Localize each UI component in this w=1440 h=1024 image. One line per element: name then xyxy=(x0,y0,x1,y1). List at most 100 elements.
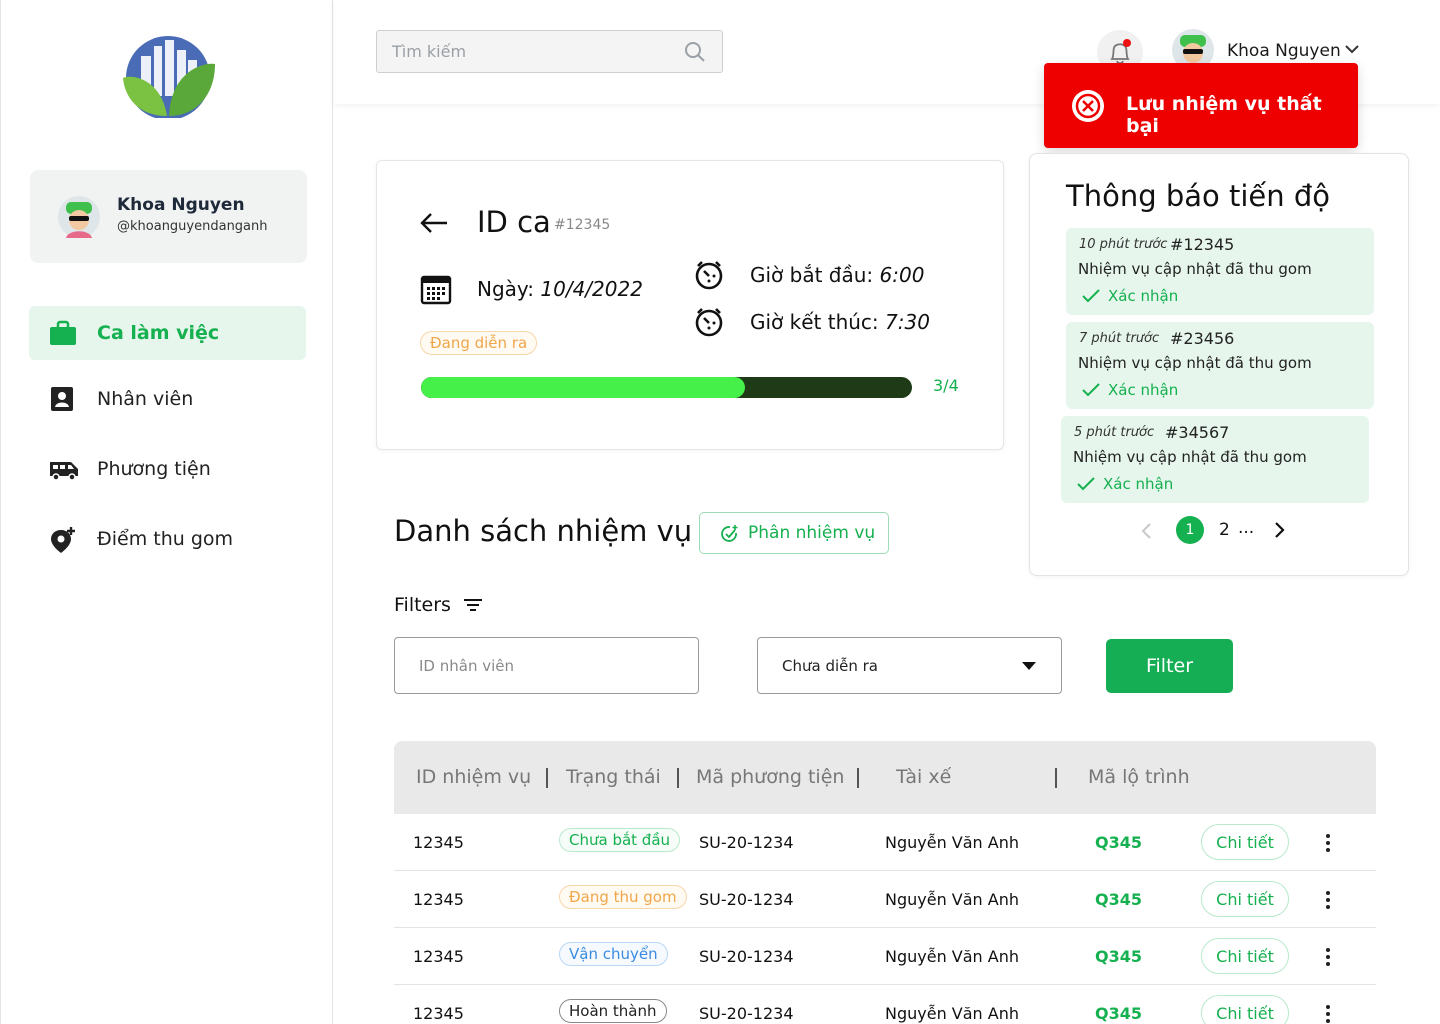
notification-time: 10 phút trước xyxy=(1079,237,1168,252)
search-input[interactable]: Tìm kiếm xyxy=(392,42,466,61)
van-icon xyxy=(50,462,78,481)
page-button[interactable]: 2 xyxy=(1219,520,1230,540)
column-divider xyxy=(546,768,548,788)
shift-id: #12345 xyxy=(554,217,611,233)
sidebar-item-label: Ca làm việc xyxy=(97,322,220,344)
column-header[interactable]: ID nhiệm vụ xyxy=(416,766,531,788)
notification-id: #23456 xyxy=(1170,329,1235,348)
check-icon xyxy=(1077,477,1095,491)
shift-progress-fill xyxy=(421,377,746,398)
table-row[interactable]: 12345 Đang thu gom SU-20-1234 Nguyễn Văn… xyxy=(394,871,1376,928)
status-select[interactable]: Chưa diễn ra xyxy=(757,637,1062,694)
shift-end-time: Giờ kết thúc: 7:30 xyxy=(750,310,930,334)
task-id: 12345 xyxy=(413,890,464,909)
shift-status-badge: Đang diễn ra xyxy=(420,331,538,355)
task-id: 12345 xyxy=(413,947,464,966)
status-badge: Chưa bắt đầu xyxy=(559,828,681,852)
detail-button[interactable]: Chi tiết xyxy=(1201,938,1289,974)
caret-down-icon xyxy=(1022,662,1036,670)
calendar-icon xyxy=(420,275,452,305)
profile-handle: @khoanguyendanganh xyxy=(117,219,268,234)
employee-id-input[interactable]: ID nhân viên xyxy=(394,637,699,694)
driver-name: Nguyễn Văn Anh xyxy=(885,890,1020,909)
contact-card-icon xyxy=(51,387,73,411)
route-code[interactable]: Q345 xyxy=(1095,947,1142,966)
column-header[interactable]: Mã phương tiện xyxy=(696,766,844,788)
notifications-title: Thông báo tiến độ xyxy=(1066,179,1331,213)
driver-name: Nguyễn Văn Anh xyxy=(885,833,1020,852)
search-bar[interactable]: Tìm kiếm xyxy=(376,30,723,73)
task-id: 12345 xyxy=(413,833,464,852)
sidebar-item-employees[interactable]: Nhân viên xyxy=(29,372,306,426)
table-row[interactable]: 12345 Vận chuyển SU-20-1234 Nguyễn Văn A… xyxy=(394,928,1376,985)
shift-date: Ngày: 10/4/2022 xyxy=(477,277,643,301)
notification-item: 10 phút trước #12345 Nhiệm vụ cập nhật đ… xyxy=(1066,228,1374,315)
profile-card[interactable]: Khoa Nguyen @khoanguyendanganh xyxy=(30,170,307,263)
filter-icon[interactable] xyxy=(463,597,483,613)
column-divider xyxy=(857,768,859,788)
calendar-check-icon xyxy=(721,525,738,542)
shift-progress-bar xyxy=(421,377,912,398)
notification-message: Nhiệm vụ cập nhật đã thu gom xyxy=(1078,260,1312,278)
filters-label: Filters xyxy=(394,594,451,616)
more-vertical-icon[interactable] xyxy=(1324,1004,1332,1024)
briefcase-icon xyxy=(50,320,76,345)
driver-name: Nguyễn Văn Anh xyxy=(885,947,1020,966)
driver-name: Nguyễn Văn Anh xyxy=(885,1004,1020,1023)
column-header[interactable]: Mã lộ trình xyxy=(1088,766,1190,788)
detail-button[interactable]: Chi tiết xyxy=(1201,824,1289,860)
filter-button[interactable]: Filter xyxy=(1106,639,1233,693)
notification-message: Nhiệm vụ cập nhật đã thu gom xyxy=(1078,354,1312,372)
status-badge: Hoàn thành xyxy=(559,999,667,1023)
sidebar-item-shifts[interactable]: Ca làm việc xyxy=(29,306,306,360)
chevron-down-icon[interactable] xyxy=(1344,43,1360,55)
vehicle-code: SU-20-1234 xyxy=(699,1004,794,1023)
sidebar-item-collection-points[interactable]: Điểm thu gom xyxy=(29,512,306,566)
detail-button[interactable]: Chi tiết xyxy=(1201,995,1289,1024)
location-add-icon xyxy=(51,527,75,553)
shift-card: ID ca #12345 Ngày: 10/4/2022 Giờ bắt đầu… xyxy=(376,160,1004,450)
notification-time: 5 phút trước xyxy=(1074,425,1155,440)
table-row[interactable]: 12345 Hoàn thành SU-20-1234 Nguyễn Văn A… xyxy=(394,985,1376,1024)
more-vertical-icon[interactable] xyxy=(1324,890,1332,910)
chevron-right-icon[interactable] xyxy=(1272,521,1286,539)
status-badge: Đang thu gom xyxy=(559,885,687,909)
back-arrow-icon[interactable] xyxy=(419,211,449,235)
route-code[interactable]: Q345 xyxy=(1095,890,1142,909)
column-divider xyxy=(1055,768,1057,788)
toast-message: Lưu nhiệm vụ thất bại xyxy=(1126,93,1322,137)
confirm-button[interactable]: Xác nhận xyxy=(1082,287,1178,305)
table-row[interactable]: 12345 Chưa bắt đầu SU-20-1234 Nguyễn Văn… xyxy=(394,814,1376,871)
check-icon xyxy=(1082,289,1100,303)
vehicle-code: SU-20-1234 xyxy=(699,890,794,909)
column-header[interactable]: Trạng thái xyxy=(566,766,661,788)
user-name: Khoa Nguyen xyxy=(1227,41,1341,61)
confirm-button[interactable]: Xác nhận xyxy=(1082,381,1178,399)
shift-title: ID ca xyxy=(477,205,551,239)
column-header[interactable]: Tài xế xyxy=(896,766,951,788)
route-code[interactable]: Q345 xyxy=(1095,833,1142,852)
chevron-left-icon[interactable] xyxy=(1140,522,1154,540)
table-header: ID nhiệm vụ Trạng thái Mã phương tiện Tà… xyxy=(394,741,1376,814)
notification-id: #34567 xyxy=(1165,423,1230,442)
page-button-current[interactable]: 1 xyxy=(1176,516,1204,544)
clock-icon xyxy=(695,308,723,337)
confirm-button[interactable]: Xác nhận xyxy=(1077,475,1173,493)
more-vertical-icon[interactable] xyxy=(1324,947,1332,967)
sidebar-item-vehicles[interactable]: Phương tiện xyxy=(29,442,306,496)
task-id: 12345 xyxy=(413,1004,464,1023)
detail-button[interactable]: Chi tiết xyxy=(1201,881,1289,917)
profile-name: Khoa Nguyen xyxy=(117,195,245,215)
more-vertical-icon[interactable] xyxy=(1324,833,1332,853)
status-badge: Vận chuyển xyxy=(559,942,668,966)
route-code[interactable]: Q345 xyxy=(1095,1004,1142,1023)
assign-task-button[interactable]: Phân nhiệm vụ xyxy=(699,512,889,554)
notification-item: 7 phút trước #23456 Nhiệm vụ cập nhật đã… xyxy=(1066,322,1374,409)
sidebar-item-label: Điểm thu gom xyxy=(97,528,234,550)
column-divider xyxy=(677,768,679,788)
progress-notifications-panel: Thông báo tiến độ 10 phút trước #12345 N… xyxy=(1029,153,1409,576)
error-icon xyxy=(1072,90,1104,122)
notification-id: #12345 xyxy=(1170,235,1235,254)
search-icon[interactable] xyxy=(684,41,706,63)
notification-item: 5 phút trước #34567 Nhiệm vụ cập nhật đã… xyxy=(1061,416,1369,503)
